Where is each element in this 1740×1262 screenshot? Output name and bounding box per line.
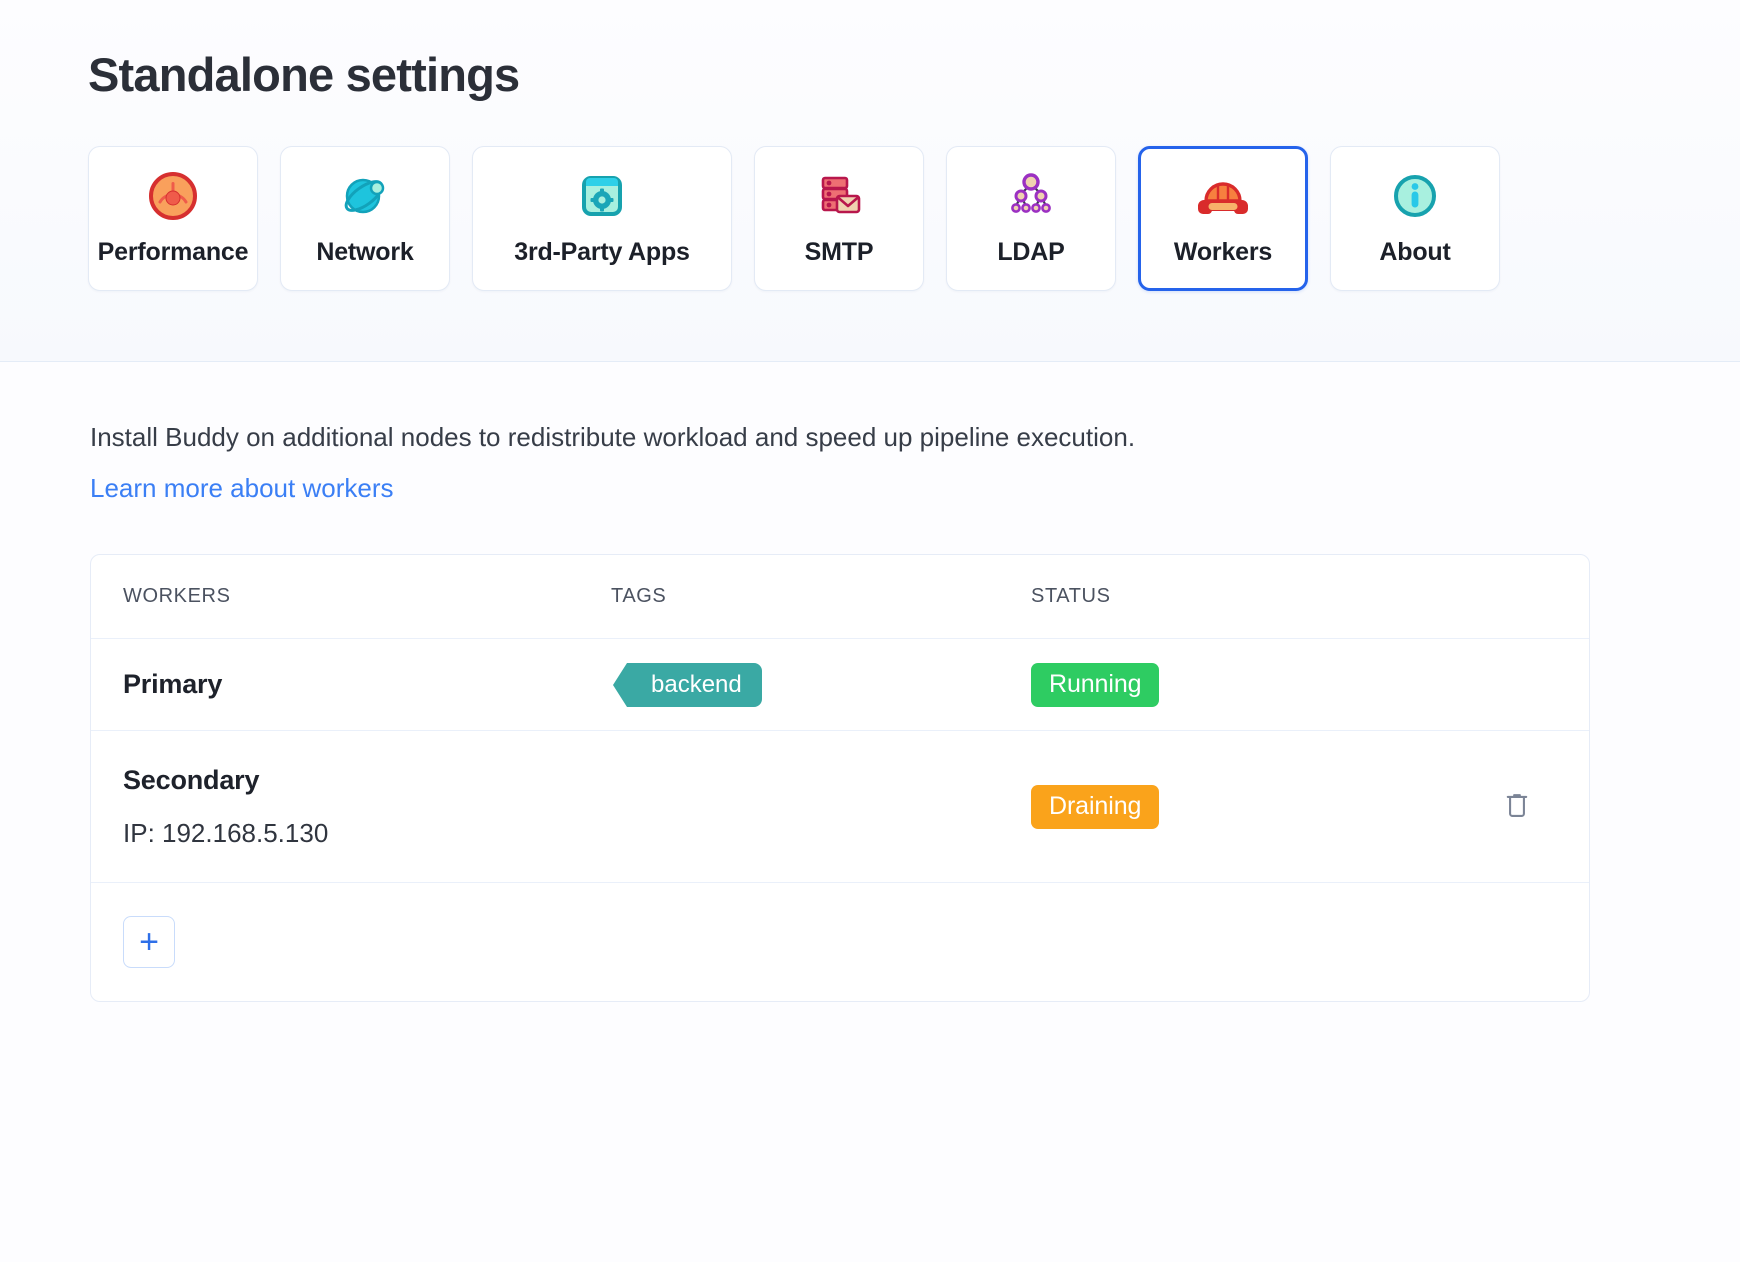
worker-cell: Primary [91,669,611,700]
status-cell: Draining [1031,785,1461,829]
delete-worker-button[interactable] [1497,785,1537,829]
column-header-workers: WORKERS [91,585,611,608]
worker-name: Secondary [123,765,611,796]
table-row: Primary backend Running [91,639,1589,731]
node-tree-icon [1005,170,1057,222]
header-region: Standalone settings Performance [0,0,1740,362]
info-circle-icon [1389,170,1441,222]
status-badge[interactable]: Draining [1031,785,1159,829]
page-title: Standalone settings [0,0,1740,102]
workers-table: WORKERS TAGS STATUS Primary backend Runn… [90,554,1590,1002]
tab-ldap[interactable]: LDAP [946,146,1116,291]
worker-ip: IP: 192.168.5.130 [123,818,611,849]
app-gear-icon [576,170,628,222]
status-badge[interactable]: Running [1031,663,1159,707]
tab-label: About [1379,238,1450,267]
tab-about[interactable]: About [1330,146,1500,291]
tab-performance[interactable]: Performance [88,146,258,291]
speedometer-icon [147,170,199,222]
tab-label: LDAP [997,238,1064,267]
actions-cell [1461,785,1589,829]
trash-icon [1503,790,1531,823]
worker-cell: Secondary IP: 192.168.5.130 [91,765,611,849]
tab-smtp[interactable]: SMTP [754,146,924,291]
tab-label: 3rd-Party Apps [514,238,689,267]
tab-label: Workers [1174,238,1272,267]
worker-name: Primary [123,669,611,700]
planet-icon [339,170,391,222]
tab-label: SMTP [805,238,874,267]
learn-more-link[interactable]: Learn more about workers [90,473,393,504]
hard-hat-icon [1197,170,1249,222]
worker-tag[interactable]: backend [627,663,762,707]
tab-3rd-party-apps[interactable]: 3rd-Party Apps [472,146,732,291]
add-worker-row: + [91,883,1589,1001]
status-cell: Running [1031,663,1461,707]
workers-description: Install Buddy on additional nodes to red… [90,420,1740,455]
mail-server-icon [813,170,865,222]
tags-cell: backend [611,663,1031,707]
settings-tab-bar: Performance Network [0,102,1740,291]
table-header-row: WORKERS TAGS STATUS [91,555,1589,639]
column-header-status: STATUS [1031,585,1461,608]
tab-label: Performance [98,238,249,267]
tab-label: Network [316,238,413,267]
standalone-settings-page: Standalone settings Performance [0,0,1740,1262]
tab-network[interactable]: Network [280,146,450,291]
add-worker-button[interactable]: + [123,916,175,968]
table-row: Secondary IP: 192.168.5.130 Draining [91,731,1589,883]
tab-workers[interactable]: Workers [1138,146,1308,291]
workers-panel: Install Buddy on additional nodes to red… [0,362,1740,1262]
column-header-tags: TAGS [611,585,1031,608]
